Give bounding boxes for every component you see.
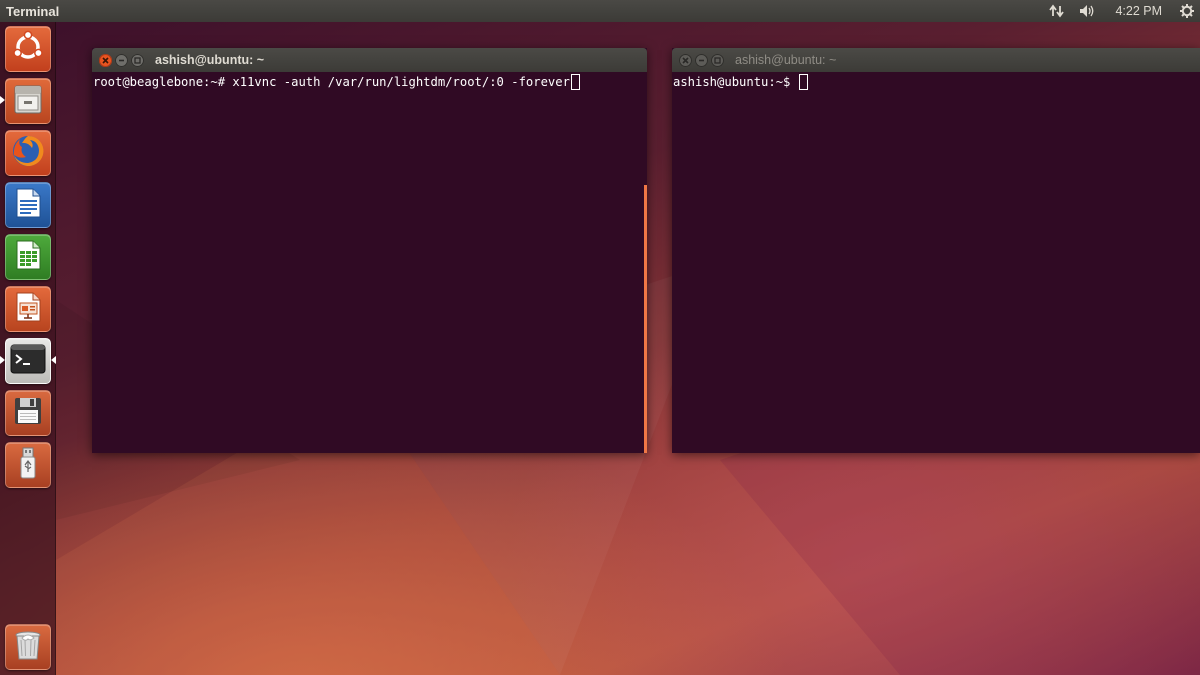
maximize-icon: [134, 56, 141, 64]
minimize-icon: [119, 59, 124, 61]
launcher-trash-button[interactable]: [5, 624, 51, 670]
terminal-title: ashish@ubuntu: ~: [735, 53, 837, 67]
launcher-calc-button[interactable]: [5, 234, 51, 280]
maximize-icon: [714, 56, 721, 64]
launcher-files-button[interactable]: [5, 78, 51, 124]
settings-gear-icon[interactable]: [1180, 0, 1194, 22]
calc-spreadsheet-icon: [11, 238, 45, 276]
minimize-icon: [699, 59, 704, 61]
clock[interactable]: 4:22 PM: [1111, 0, 1166, 22]
terminal-window-focused[interactable]: ashish@ubuntu: ~ root@beaglebone:~# x11v…: [92, 48, 647, 453]
text-cursor: [798, 74, 808, 90]
launcher-terminal-button[interactable]: [5, 338, 51, 384]
terminal-titlebar[interactable]: ashish@ubuntu: ~: [92, 48, 647, 72]
file-cabinet-icon: [11, 82, 45, 120]
launcher: [0, 22, 56, 675]
terminal-titlebar[interactable]: ashish@ubuntu: ~: [672, 48, 1200, 72]
firefox-icon: [10, 133, 46, 173]
terminal-icon: [10, 344, 46, 378]
launcher-firefox-button[interactable]: [5, 130, 51, 176]
close-icon: [102, 56, 109, 64]
top-panel: Terminal 4:22 PM: [0, 0, 1200, 22]
focused-indicator: [51, 356, 56, 364]
close-icon: [682, 56, 689, 64]
text-cursor: [570, 74, 580, 90]
writer-document-icon: [11, 186, 45, 224]
network-icon[interactable]: [1049, 0, 1065, 22]
floppy-disk-icon: [11, 394, 45, 432]
trash-icon: [11, 628, 45, 666]
close-button[interactable]: [679, 53, 692, 67]
terminal-line: ashish@ubuntu:~$: [673, 75, 798, 89]
maximize-button[interactable]: [711, 53, 724, 67]
terminal-line: root@beaglebone:~# x11vnc -auth /var/run…: [93, 75, 570, 89]
launcher-usb-button[interactable]: [5, 442, 51, 488]
minimize-button[interactable]: [115, 53, 128, 67]
terminal-output[interactable]: root@beaglebone:~# x11vnc -auth /var/run…: [92, 72, 647, 453]
terminal-window-unfocused[interactable]: ashish@ubuntu: ~ ashish@ubuntu:~$: [672, 48, 1200, 453]
scrollbar[interactable]: [644, 185, 647, 453]
launcher-writer-button[interactable]: [5, 182, 51, 228]
maximize-button[interactable]: [131, 53, 144, 67]
ubuntu-logo-icon: [11, 30, 45, 68]
active-app-name: Terminal: [6, 3, 60, 19]
launcher-impress-button[interactable]: [5, 286, 51, 332]
close-button[interactable]: [99, 53, 112, 67]
launcher-floppy-button[interactable]: [5, 390, 51, 436]
terminal-output[interactable]: ashish@ubuntu:~$: [672, 72, 1200, 453]
usb-drive-icon: [11, 446, 45, 484]
launcher-dash-button[interactable]: [5, 26, 51, 72]
volume-icon[interactable]: [1079, 0, 1097, 22]
impress-presentation-icon: [11, 290, 45, 328]
minimize-button[interactable]: [695, 53, 708, 67]
terminal-title: ashish@ubuntu: ~: [155, 53, 265, 67]
